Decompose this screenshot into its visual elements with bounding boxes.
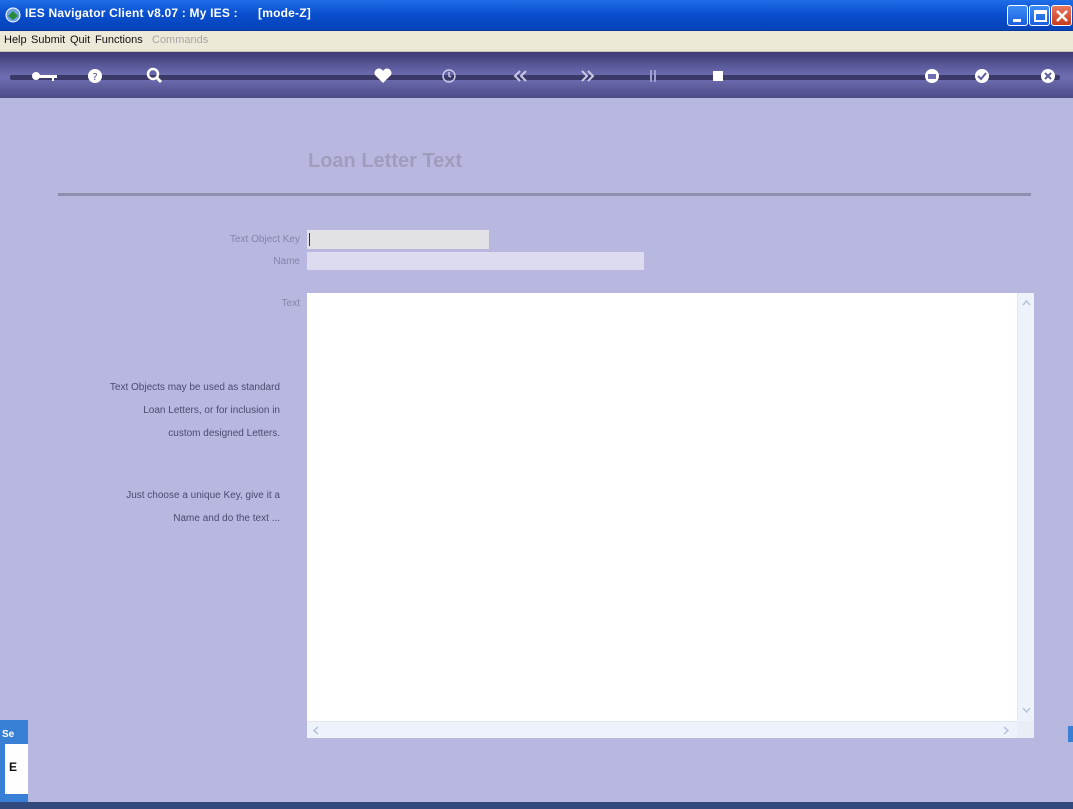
help-line: Text Objects may be used as standard (109, 382, 280, 393)
stop-icon[interactable] (706, 64, 730, 88)
window-title: IES Navigator Client v8.07 : My IES : (25, 6, 238, 20)
help-line: Just choose a unique Key, give it a (126, 490, 280, 501)
clock-icon[interactable] (437, 64, 461, 88)
menu-functions[interactable]: Functions (95, 34, 143, 46)
scroll-up-icon[interactable] (1020, 297, 1033, 310)
close-icon (1056, 10, 1068, 22)
minimize-icon (1013, 19, 1021, 22)
taskbar-edge (0, 802, 1073, 809)
window-mode: [mode-Z] (258, 6, 311, 20)
help-line: Loan Letters, or for inclusion in (143, 405, 280, 416)
previous-icon[interactable] (509, 64, 533, 88)
page-title: Loan Letter Text (308, 150, 463, 172)
print-icon[interactable] (920, 64, 944, 88)
menu-quit[interactable]: Quit (70, 34, 90, 46)
maximize-button[interactable] (1029, 5, 1050, 26)
menu-commands: Commands (152, 34, 209, 46)
scroll-right-icon[interactable] (999, 724, 1012, 737)
confirm-icon[interactable] (970, 64, 994, 88)
svg-text:?: ? (92, 72, 97, 83)
vertical-scrollbar[interactable] (1017, 293, 1034, 721)
help-paragraph-1: Text Objects may be used as standard Loa… (40, 376, 280, 445)
text-object-key-input[interactable] (307, 230, 489, 249)
app-window: IES Navigator Client v8.07 : My IES : [m… (0, 0, 1073, 809)
next-icon[interactable] (575, 64, 599, 88)
scroll-down-icon[interactable] (1020, 703, 1033, 716)
scroll-left-icon[interactable] (310, 724, 323, 737)
insert-icon[interactable] (641, 64, 665, 88)
side-panel-letter: E (9, 760, 18, 774)
heart-icon[interactable] (371, 64, 395, 88)
toolbar-track (10, 75, 1060, 80)
text-cursor (309, 233, 310, 246)
right-edge-tab[interactable] (1068, 726, 1073, 742)
help-icon[interactable]: ? (83, 64, 107, 88)
horizontal-scrollbar[interactable] (307, 721, 1017, 738)
maximize-icon (1034, 10, 1047, 22)
minimize-button[interactable] (1007, 5, 1028, 26)
title-bar[interactable]: IES Navigator Client v8.07 : My IES : [m… (0, 0, 1073, 31)
app-icon (5, 7, 21, 23)
help-paragraph-2: Just choose a unique Key, give it a Name… (40, 484, 280, 530)
text-label: Text (281, 298, 300, 309)
title-divider (58, 193, 1031, 196)
search-icon[interactable] (143, 64, 167, 88)
key-icon[interactable] (30, 64, 57, 88)
name-label: Name (273, 256, 300, 267)
help-line: custom designed Letters. (168, 428, 280, 439)
menu-submit[interactable]: Submit (31, 34, 65, 46)
text-area[interactable] (307, 293, 1034, 738)
key-label: Text Object Key (229, 234, 300, 245)
close-button[interactable] (1051, 5, 1072, 26)
scrollbar-corner (1017, 721, 1034, 738)
menu-help[interactable]: Help (4, 34, 27, 46)
menu-bar: Help Submit Quit Functions Commands (0, 31, 1073, 52)
cancel-icon[interactable] (1036, 64, 1060, 88)
side-panel-label: Se (2, 729, 15, 740)
help-line: Name and do the text ... (173, 513, 280, 524)
name-input[interactable] (307, 252, 644, 270)
